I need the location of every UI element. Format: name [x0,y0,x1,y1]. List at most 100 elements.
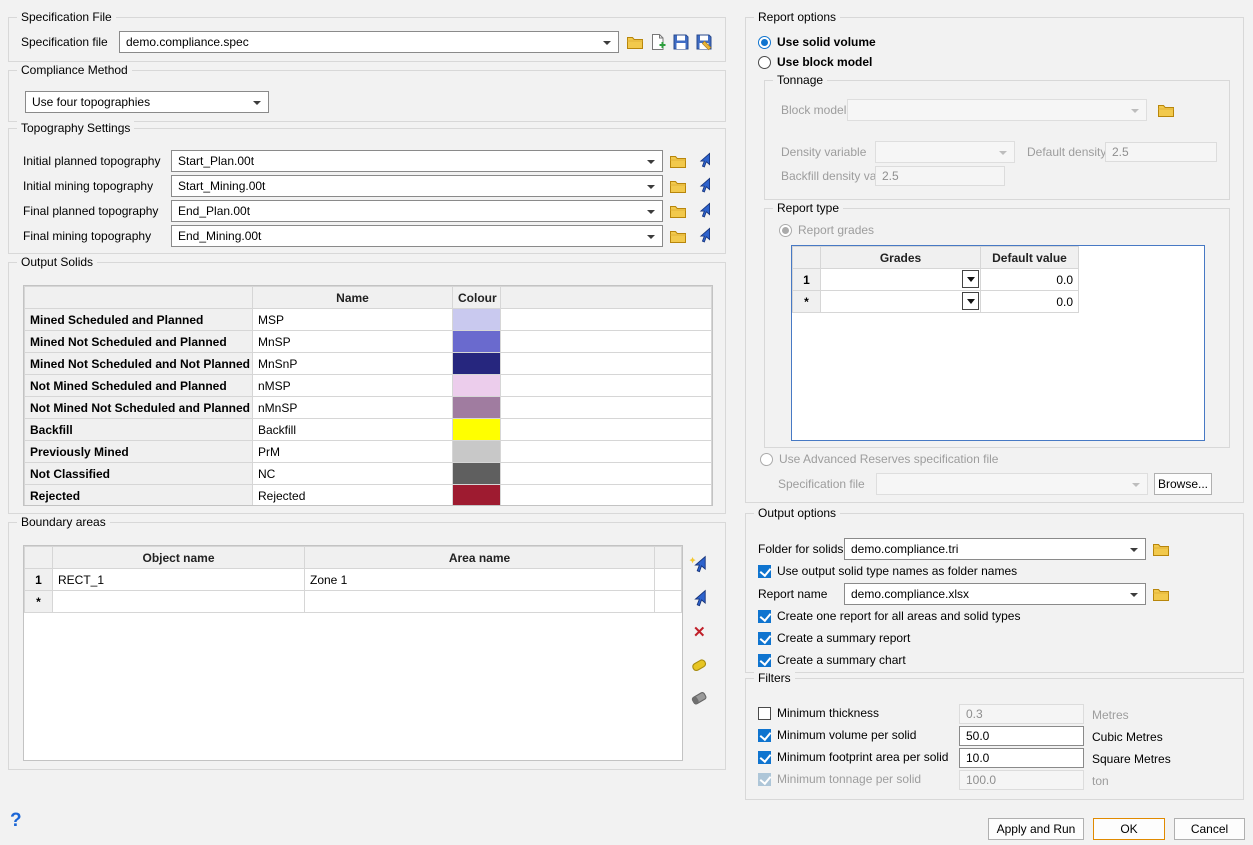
table-row: Not Mined Not Scheduled and Planned nMnS… [25,397,712,419]
group-title: Topography Settings [17,121,134,135]
open-folder-icon[interactable] [1152,540,1170,558]
dropdown-button-icon[interactable] [962,270,979,288]
table-header-row: Grades Default value [793,247,1079,269]
delete-boundary-row-icon[interactable]: ✕ [693,623,706,641]
pick-from-screen-icon[interactable] [695,227,713,245]
area-name-cell[interactable]: Zone 1 [305,569,655,591]
radio-label: Use Advanced Reserves specification file [779,452,998,466]
solid-name-cell[interactable]: PrM [253,441,453,463]
folder-for-solids-combo[interactable]: demo.compliance.tri [844,538,1146,560]
use-solid-volume-radio[interactable]: Use solid volume [758,35,876,49]
radio-icon [758,36,771,49]
final-mining-topography-combo[interactable]: End_Mining.00t [171,225,663,247]
summary-report-checkbox[interactable]: Create a summary report [758,631,910,645]
solid-colour-swatch[interactable] [453,353,501,375]
use-block-model-radio[interactable]: Use block model [758,55,872,69]
initial-planned-topography-combo[interactable]: Start_Plan.00t [171,150,663,172]
solid-name-cell[interactable]: MSP [253,309,453,331]
specification-file-group: Specification File Specification file de… [8,17,726,62]
solid-colour-swatch[interactable] [453,331,501,353]
solid-name-cell[interactable]: nMnSP [253,397,453,419]
group-title: Output options [754,506,840,520]
open-folder-icon[interactable] [1152,585,1170,603]
minimum-volume-checkbox[interactable]: Minimum volume per solid [758,728,916,742]
specification-file-combo[interactable]: demo.compliance.spec [119,31,619,53]
table-row: Previously Mined PrM [25,441,712,463]
solid-name-cell[interactable]: Rejected [253,485,453,507]
solid-name-cell[interactable]: nMSP [253,375,453,397]
solid-type-label: Mined Not Scheduled and Planned [25,331,253,353]
minimum-footprint-field[interactable]: 10.0 [959,748,1084,768]
minimum-thickness-checkbox[interactable]: Minimum thickness [758,706,879,720]
solid-colour-swatch[interactable] [453,419,501,441]
checkbox-label: Minimum footprint area per solid [777,750,948,764]
boundary-areas-table[interactable]: Object name Area name 1 RECT_1 Zone 1 * [23,545,683,761]
pick-from-screen-icon[interactable] [695,152,713,170]
solid-colour-swatch[interactable] [453,485,501,507]
solid-colour-swatch[interactable] [453,397,501,419]
open-folder-icon[interactable] [626,33,644,51]
solid-colour-swatch[interactable] [453,441,501,463]
one-report-checkbox[interactable]: Create one report for all areas and soli… [758,609,1020,623]
cancel-button[interactable]: Cancel [1174,818,1245,840]
solid-name-cell[interactable]: MnSP [253,331,453,353]
output-solids-table[interactable]: Name Colour Mined Scheduled and Planned … [23,285,713,506]
table-row: 1 RECT_1 Zone 1 [25,569,682,591]
digitise-boundary-icon[interactable] [689,555,709,575]
solid-name-cell[interactable]: NC [253,463,453,485]
help-icon[interactable]: ? [10,810,22,832]
column-header-blank [25,287,253,309]
checkbox-label: Minimum volume per solid [777,728,916,742]
ok-button[interactable]: OK [1093,818,1165,840]
solid-type-label: Mined Not Scheduled and Not Planned [25,353,253,375]
minimum-footprint-checkbox[interactable]: Minimum footprint area per solid [758,750,948,764]
browse-button[interactable]: Browse... [1154,473,1212,495]
dropdown-button-icon[interactable] [962,292,979,310]
highlighter-icon[interactable] [689,655,709,675]
checkbox-label: Create one report for all areas and soli… [777,609,1020,623]
open-folder-icon[interactable] [669,202,687,220]
final-planned-topography-combo[interactable]: End_Plan.00t [171,200,663,222]
table-row: Mined Not Scheduled and Planned MnSP [25,331,712,353]
pick-from-screen-icon[interactable] [695,177,713,195]
default-value-cell[interactable]: 0.0 [981,269,1079,291]
table-row: Mined Not Scheduled and Not Planned MnSn… [25,353,712,375]
column-header-rownum [793,247,821,269]
report-options-group: Report options Use solid volume Use bloc… [745,17,1244,503]
filler-cell [501,419,712,441]
grade-cell[interactable] [821,291,981,313]
object-name-cell[interactable] [53,591,305,613]
default-value-cell[interactable]: 0.0 [981,291,1079,313]
solid-colour-swatch[interactable] [453,463,501,485]
save-icon[interactable] [672,33,690,51]
grades-table[interactable]: Grades Default value 1 0.0 * 0.0 [791,245,1205,441]
column-header-filler [655,547,682,569]
checkbox-icon [758,565,771,578]
solid-colour-swatch[interactable] [453,375,501,397]
minimum-volume-field[interactable]: 50.0 [959,726,1084,746]
apply-and-run-button[interactable]: Apply and Run [988,818,1084,840]
use-output-names-checkbox[interactable]: Use output solid type names as folder na… [758,564,1017,578]
save-as-icon[interactable] [695,33,713,51]
solid-name-cell[interactable]: Backfill [253,419,453,441]
open-folder-icon[interactable] [669,227,687,245]
open-folder-icon[interactable] [669,177,687,195]
compliance-method-combo[interactable]: Use four topographies [25,91,269,113]
new-spec-icon[interactable] [649,33,667,51]
solid-type-label: Backfill [25,419,253,441]
open-folder-icon[interactable] [669,152,687,170]
object-name-cell[interactable]: RECT_1 [53,569,305,591]
open-folder-icon[interactable] [1157,101,1175,119]
initial-mining-topography-combo[interactable]: Start_Mining.00t [171,175,663,197]
pick-from-screen-icon[interactable] [695,202,713,220]
eraser-icon[interactable] [689,688,709,708]
solid-name-cell[interactable]: MnSnP [253,353,453,375]
solid-colour-swatch[interactable] [453,309,501,331]
filler-cell [501,397,712,419]
pick-boundary-icon[interactable] [689,589,709,609]
summary-chart-checkbox[interactable]: Create a summary chart [758,653,906,667]
grade-cell[interactable] [821,269,981,291]
filler-cell [501,375,712,397]
area-name-cell[interactable] [305,591,655,613]
report-name-combo[interactable]: demo.compliance.xlsx [844,583,1146,605]
